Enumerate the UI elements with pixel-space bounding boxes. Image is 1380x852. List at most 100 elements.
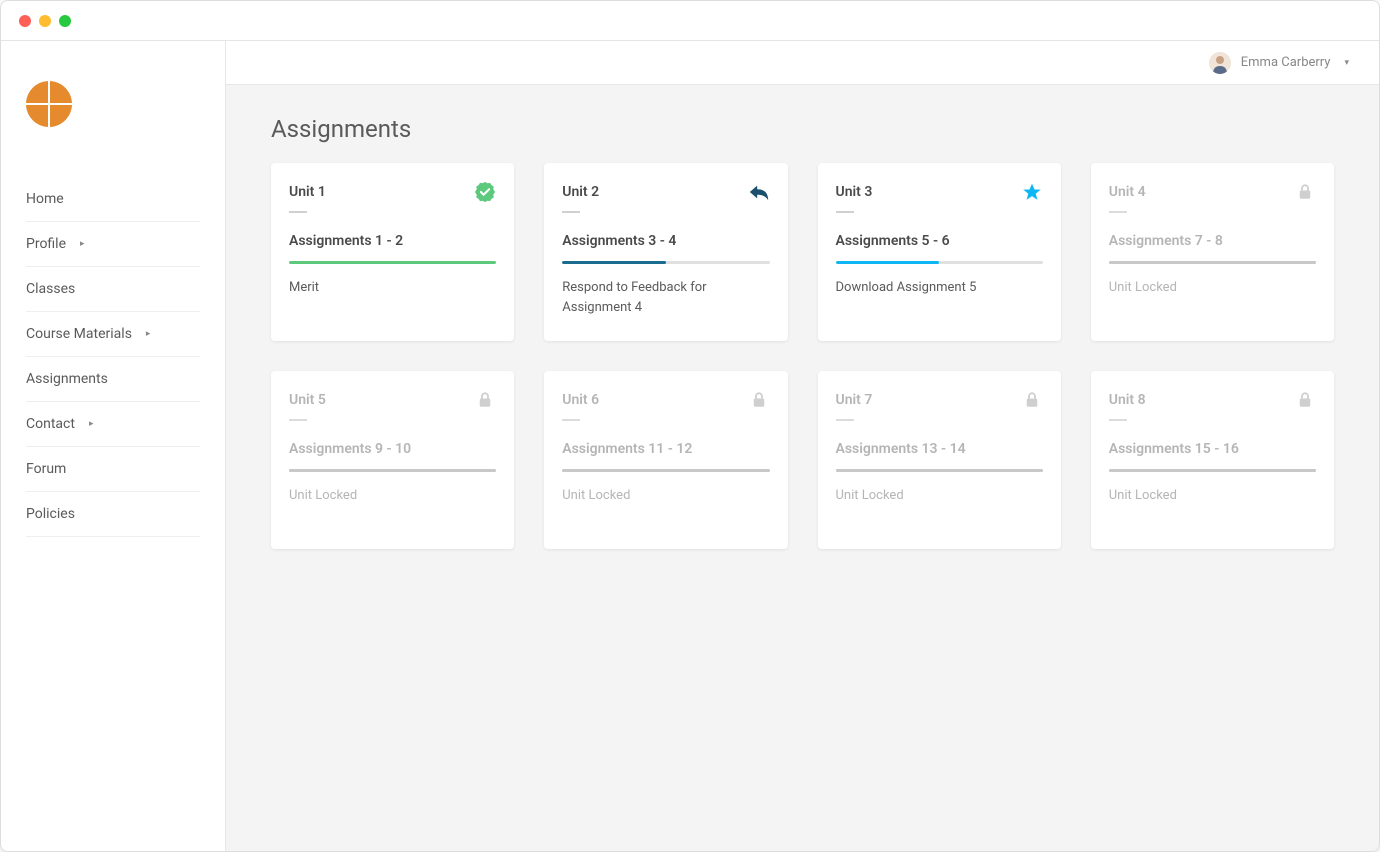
close-window-button[interactable]: [19, 15, 31, 27]
progress-fill: [1109, 469, 1316, 472]
assignments-range: Assignments 3 - 4: [562, 233, 769, 249]
unit-title: Unit 6: [562, 392, 599, 408]
progress-bar: [836, 261, 1043, 264]
assignments-range: Assignments 15 - 16: [1109, 441, 1316, 457]
unit-title: Unit 3: [836, 184, 873, 200]
chevron-right-icon: ▸: [80, 239, 85, 249]
progress-bar: [289, 261, 496, 264]
progress-fill: [562, 261, 666, 264]
progress-bar: [562, 261, 769, 264]
progress-fill: [289, 261, 496, 264]
card-header: Unit 6: [562, 389, 769, 411]
status-text: Download Assignment 5: [836, 278, 1043, 298]
assignment-card: Unit 4 Assignments 7 - 8 Unit Locked: [1091, 163, 1334, 341]
card-header: Unit 1: [289, 181, 496, 203]
divider: [836, 211, 854, 213]
assignment-card[interactable]: Unit 2 Assignments 3 - 4 Respond to Feedb…: [544, 163, 787, 341]
sidebar-item-label: Profile: [26, 236, 66, 252]
lock-icon: [1294, 181, 1316, 203]
chevron-right-icon: ▸: [89, 419, 94, 429]
page-title: Assignments: [271, 115, 1334, 143]
assignments-range: Assignments 7 - 8: [1109, 233, 1316, 249]
card-header: Unit 3: [836, 181, 1043, 203]
sidebar-item-label: Assignments: [26, 371, 108, 387]
divider: [562, 419, 580, 421]
avatar: [1209, 52, 1231, 74]
assignment-card[interactable]: Unit 1 Assignments 1 - 2 Merit: [271, 163, 514, 341]
app-window: Home Profile ▸ Classes Course Materials ▸ Assi…: [0, 0, 1380, 852]
card-header: Unit 8: [1109, 389, 1316, 411]
status-text: Respond to Feedback for Assignment 4: [562, 278, 769, 317]
sidebar-item-label: Forum: [26, 461, 66, 477]
assignment-card: Unit 6 Assignments 11 - 12 Unit Locked: [544, 371, 787, 549]
divider: [289, 211, 307, 213]
sidebar-item-label: Policies: [26, 506, 75, 522]
app-body: Home Profile ▸ Classes Course Materials ▸ Assi…: [1, 41, 1379, 851]
progress-fill: [836, 469, 1043, 472]
assignments-range: Assignments 5 - 6: [836, 233, 1043, 249]
lock-icon: [1021, 389, 1043, 411]
sidebar-item-label: Contact: [26, 416, 75, 432]
card-header: Unit 5: [289, 389, 496, 411]
divider: [562, 211, 580, 213]
progress-fill: [836, 261, 940, 264]
status-text: Unit Locked: [562, 486, 769, 506]
app-logo[interactable]: [26, 81, 72, 127]
user-name: Emma Carberry: [1241, 55, 1331, 70]
lock-icon: [474, 389, 496, 411]
assignments-range: Assignments 13 - 14: [836, 441, 1043, 457]
divider: [1109, 419, 1127, 421]
checkmark-badge-icon: [474, 181, 496, 203]
sidebar-item-label: Course Materials: [26, 326, 132, 342]
sidebar-item-assignments[interactable]: Assignments: [26, 357, 200, 402]
assignments-range: Assignments 1 - 2: [289, 233, 496, 249]
unit-title: Unit 1: [289, 184, 326, 200]
sidebar-item-forum[interactable]: Forum: [26, 447, 200, 492]
sidebar-nav: Home Profile ▸ Classes Course Materials ▸ Assi…: [26, 177, 200, 537]
chevron-down-icon: ▾: [1344, 58, 1349, 68]
sidebar-item-policies[interactable]: Policies: [26, 492, 200, 537]
sidebar-item-course-materials[interactable]: Course Materials ▸: [26, 312, 200, 357]
sidebar-item-label: Home: [26, 191, 64, 207]
sidebar-item-home[interactable]: Home: [26, 177, 200, 222]
card-header: Unit 4: [1109, 181, 1316, 203]
progress-bar: [562, 469, 769, 472]
progress-fill: [289, 469, 496, 472]
sidebar-item-label: Classes: [26, 281, 75, 297]
sidebar: Home Profile ▸ Classes Course Materials ▸ Assi…: [1, 41, 226, 851]
progress-bar: [836, 469, 1043, 472]
assignments-range: Assignments 9 - 10: [289, 441, 496, 457]
star-icon: [1021, 181, 1043, 203]
assignment-card: Unit 5 Assignments 9 - 10 Unit Locked: [271, 371, 514, 549]
progress-bar: [289, 469, 496, 472]
content: Assignments Unit 1 Assignments 1 - 2 Meri…: [226, 85, 1379, 579]
assignment-card: Unit 8 Assignments 15 - 16 Unit Locked: [1091, 371, 1334, 549]
lock-icon: [748, 389, 770, 411]
sidebar-item-classes[interactable]: Classes: [26, 267, 200, 312]
assignment-card[interactable]: Unit 3 Assignments 5 - 6 Download Assignm…: [818, 163, 1061, 341]
status-text: Unit Locked: [1109, 486, 1316, 506]
sidebar-item-contact[interactable]: Contact ▸: [26, 402, 200, 447]
unit-title: Unit 5: [289, 392, 326, 408]
sidebar-item-profile[interactable]: Profile ▸: [26, 222, 200, 267]
user-menu[interactable]: Emma Carberry ▾: [1209, 52, 1349, 74]
status-text: Unit Locked: [836, 486, 1043, 506]
card-header: Unit 7: [836, 389, 1043, 411]
unit-title: Unit 7: [836, 392, 873, 408]
divider: [836, 419, 854, 421]
divider: [289, 419, 307, 421]
divider: [1109, 211, 1127, 213]
chevron-right-icon: ▸: [146, 329, 151, 339]
minimize-window-button[interactable]: [39, 15, 51, 27]
assignments-range: Assignments 11 - 12: [562, 441, 769, 457]
lock-icon: [1294, 389, 1316, 411]
assignment-cards-grid: Unit 1 Assignments 1 - 2 Merit Unit 2 Assi…: [271, 163, 1334, 549]
status-text: Unit Locked: [289, 486, 496, 506]
assignment-card: Unit 7 Assignments 13 - 14 Unit Locked: [818, 371, 1061, 549]
status-text: Merit: [289, 278, 496, 298]
status-text: Unit Locked: [1109, 278, 1316, 298]
progress-fill: [562, 469, 769, 472]
card-header: Unit 2: [562, 181, 769, 203]
maximize-window-button[interactable]: [59, 15, 71, 27]
unit-title: Unit 4: [1109, 184, 1146, 200]
